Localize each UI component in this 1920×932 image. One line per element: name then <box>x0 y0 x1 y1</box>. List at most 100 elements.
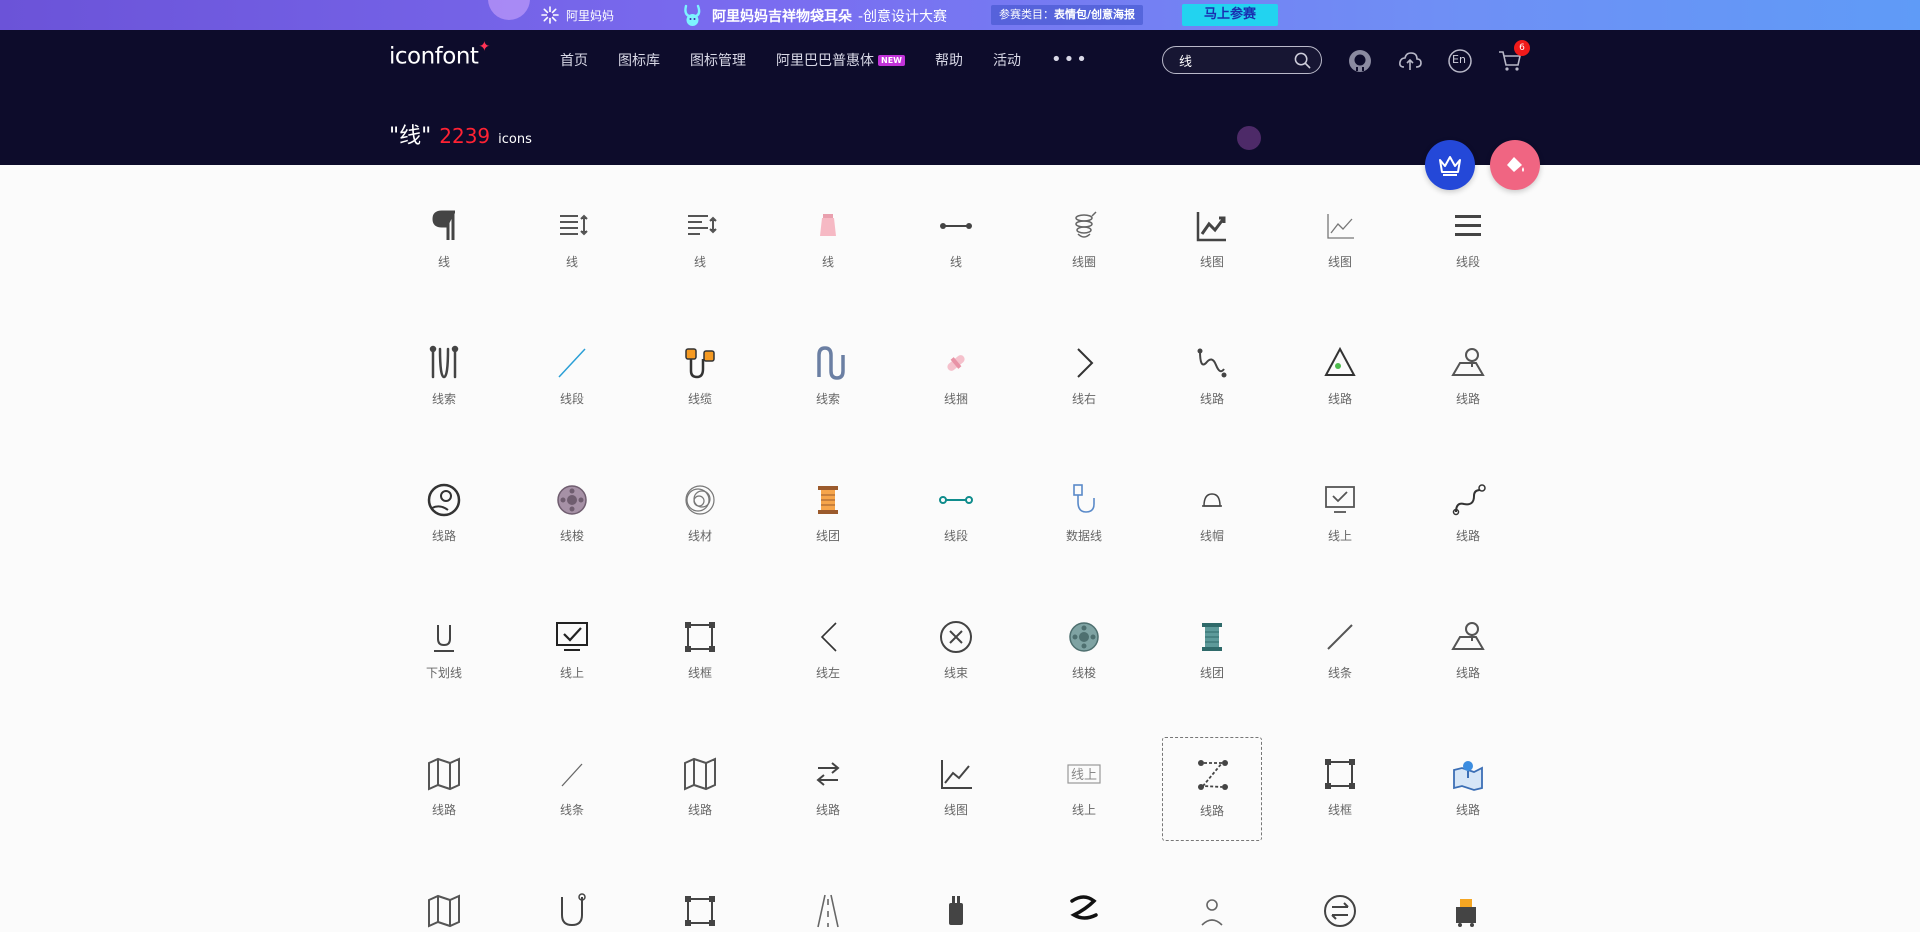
icon-card[interactable]: 下划线 <box>394 600 494 704</box>
icon-card[interactable]: 线框 <box>650 600 750 704</box>
icon-card[interactable]: 线条 <box>522 737 622 841</box>
icon-card[interactable]: 线捆 <box>906 326 1006 430</box>
icon-card[interactable]: 线缆 <box>650 326 750 430</box>
language-switch[interactable]: En <box>1447 48 1473 74</box>
icon-card[interactable]: 线路 <box>1162 326 1262 430</box>
icon-card[interactable]: 线 <box>778 189 878 293</box>
campaign-title[interactable]: 阿里妈妈吉祥物袋耳朵 -创意设计大赛 <box>680 4 947 28</box>
icon-card[interactable]: 线上 <box>522 600 622 704</box>
nav-icon-management[interactable]: 图标管理 <box>690 50 746 70</box>
icon-card[interactable] <box>394 874 494 932</box>
result-unit: icons <box>498 132 532 147</box>
icon-card[interactable]: 线团 <box>1162 600 1262 704</box>
icon-card[interactable]: 线上 线上 <box>1034 737 1134 841</box>
line-height-icon <box>688 215 717 235</box>
icon-card[interactable]: 线 <box>906 189 1006 293</box>
icon-card[interactable]: 数据线 <box>1034 463 1134 567</box>
icon-card[interactable]: 线 <box>650 189 750 293</box>
z-route-icon <box>1198 760 1228 790</box>
icon-card[interactable]: 线段 <box>906 463 1006 567</box>
svg-text:线上: 线上 <box>1071 768 1097 783</box>
icon-label: 线段 <box>943 529 968 543</box>
icon-card[interactable]: 线左 <box>778 600 878 704</box>
icon-label: 线上 <box>559 666 584 680</box>
thread-spool-pink-icon <box>820 214 836 236</box>
icon-card[interactable] <box>522 874 622 932</box>
diagonal-line-icon <box>558 348 586 378</box>
icon-card[interactable]: 线 <box>394 189 494 293</box>
iconfont-logo[interactable]: iconfont✦ <box>389 39 490 70</box>
line-spacing-icon <box>560 214 588 236</box>
nav-puhuiti[interactable]: 阿里巴巴普惠体 NEW <box>776 50 905 70</box>
icon-card[interactable]: 线团 <box>778 463 878 567</box>
icon-card[interactable] <box>1418 874 1518 932</box>
category-pill: 参赛类目：表情包/创意海报 <box>991 5 1144 25</box>
icon-card[interactable]: 线段 <box>522 326 622 430</box>
github-icon[interactable] <box>1347 48 1373 74</box>
icon-card[interactable]: 线路 <box>1290 326 1390 430</box>
plug-icon <box>949 896 963 925</box>
icon-card[interactable]: 线路 <box>650 737 750 841</box>
promo-banner[interactable]: 阿里妈妈 阿里妈妈吉祥物袋耳朵 -创意设计大赛 参赛类目：表情包/创意海报 马上参… <box>0 0 1920 30</box>
icon-card[interactable]: 线索 <box>778 326 878 430</box>
cable-icon <box>685 348 715 379</box>
icon-label: 线索 <box>431 392 456 406</box>
icon-card[interactable]: 线框 <box>1290 737 1390 841</box>
icon-card[interactable]: 线条 <box>1290 600 1390 704</box>
icon-card[interactable]: 线梭 <box>1034 600 1134 704</box>
icon-card[interactable]: 线段 <box>1418 189 1518 293</box>
wireframe-icon <box>1325 759 1355 789</box>
alimama-logo-text: 阿里妈妈 <box>566 8 615 23</box>
icon-card[interactable]: 线图 <box>1290 189 1390 293</box>
more-menu-icon[interactable]: ••• <box>1051 50 1089 70</box>
icon-card[interactable]: 线 <box>522 189 622 293</box>
icon-card[interactable] <box>650 874 750 932</box>
icon-card[interactable]: 线上 <box>1290 463 1390 567</box>
icon-card[interactable]: 线路 <box>1162 737 1262 841</box>
alimama-logo: 阿里妈妈 <box>540 5 614 25</box>
icon-card[interactable]: 线圈 <box>1034 189 1134 293</box>
icon-card[interactable] <box>1034 874 1134 932</box>
icon-card[interactable]: 线路 <box>1418 737 1518 841</box>
upload-icon[interactable] <box>1397 48 1423 74</box>
icon-card[interactable]: 线右 <box>1034 326 1134 430</box>
icon-card[interactable]: 线路 <box>1418 326 1518 430</box>
icon-card[interactable] <box>1290 874 1390 932</box>
icon-label: 线路 <box>1199 804 1224 818</box>
icon-card[interactable]: 线梭 <box>522 463 622 567</box>
wireframe-icon <box>685 896 715 926</box>
slash-line-icon <box>1327 624 1353 650</box>
icon-label: 线路 <box>1455 666 1480 680</box>
icon-label: 下划线 <box>425 666 462 680</box>
icon-card[interactable]: 线束 <box>906 600 1006 704</box>
alimama-logo-icon <box>541 6 559 24</box>
icon-card[interactable]: 线图 <box>906 737 1006 841</box>
nav-activity[interactable]: 活动 <box>993 50 1021 70</box>
result-count: 2239 <box>439 124 491 148</box>
nav-help[interactable]: 帮助 <box>935 50 963 70</box>
icon-card[interactable]: 线材 <box>650 463 750 567</box>
wire-coil-icon <box>685 485 715 515</box>
search-input[interactable] <box>1163 47 1283 73</box>
icon-card[interactable]: 线路 <box>1418 463 1518 567</box>
icon-card[interactable] <box>778 874 878 932</box>
nav-icon-library[interactable]: 图标库 <box>618 50 660 70</box>
icon-card[interactable]: 线路 <box>1418 600 1518 704</box>
cart-button[interactable]: 6 <box>1497 40 1530 74</box>
icon-label: 线梭 <box>559 529 584 543</box>
nav-home[interactable]: 首页 <box>560 50 588 70</box>
icon-card[interactable]: 线索 <box>394 326 494 430</box>
icon-label: 线框 <box>687 666 712 680</box>
icon-card[interactable] <box>1162 874 1262 932</box>
icon-card[interactable]: 线路 <box>394 737 494 841</box>
icon-card[interactable]: 线路 <box>394 463 494 567</box>
search-icon[interactable] <box>1294 52 1311 69</box>
icon-label: 线帽 <box>1199 529 1224 543</box>
icon-card[interactable]: 线图 <box>1162 189 1262 293</box>
icon-card[interactable]: 线路 <box>778 737 878 841</box>
icon-card[interactable] <box>906 874 1006 932</box>
folded-map-icon <box>684 757 716 791</box>
icon-label: 线路 <box>1327 392 1352 406</box>
icon-card[interactable]: 线帽 <box>1162 463 1262 567</box>
join-contest-button[interactable]: 马上参赛 <box>1182 4 1278 26</box>
